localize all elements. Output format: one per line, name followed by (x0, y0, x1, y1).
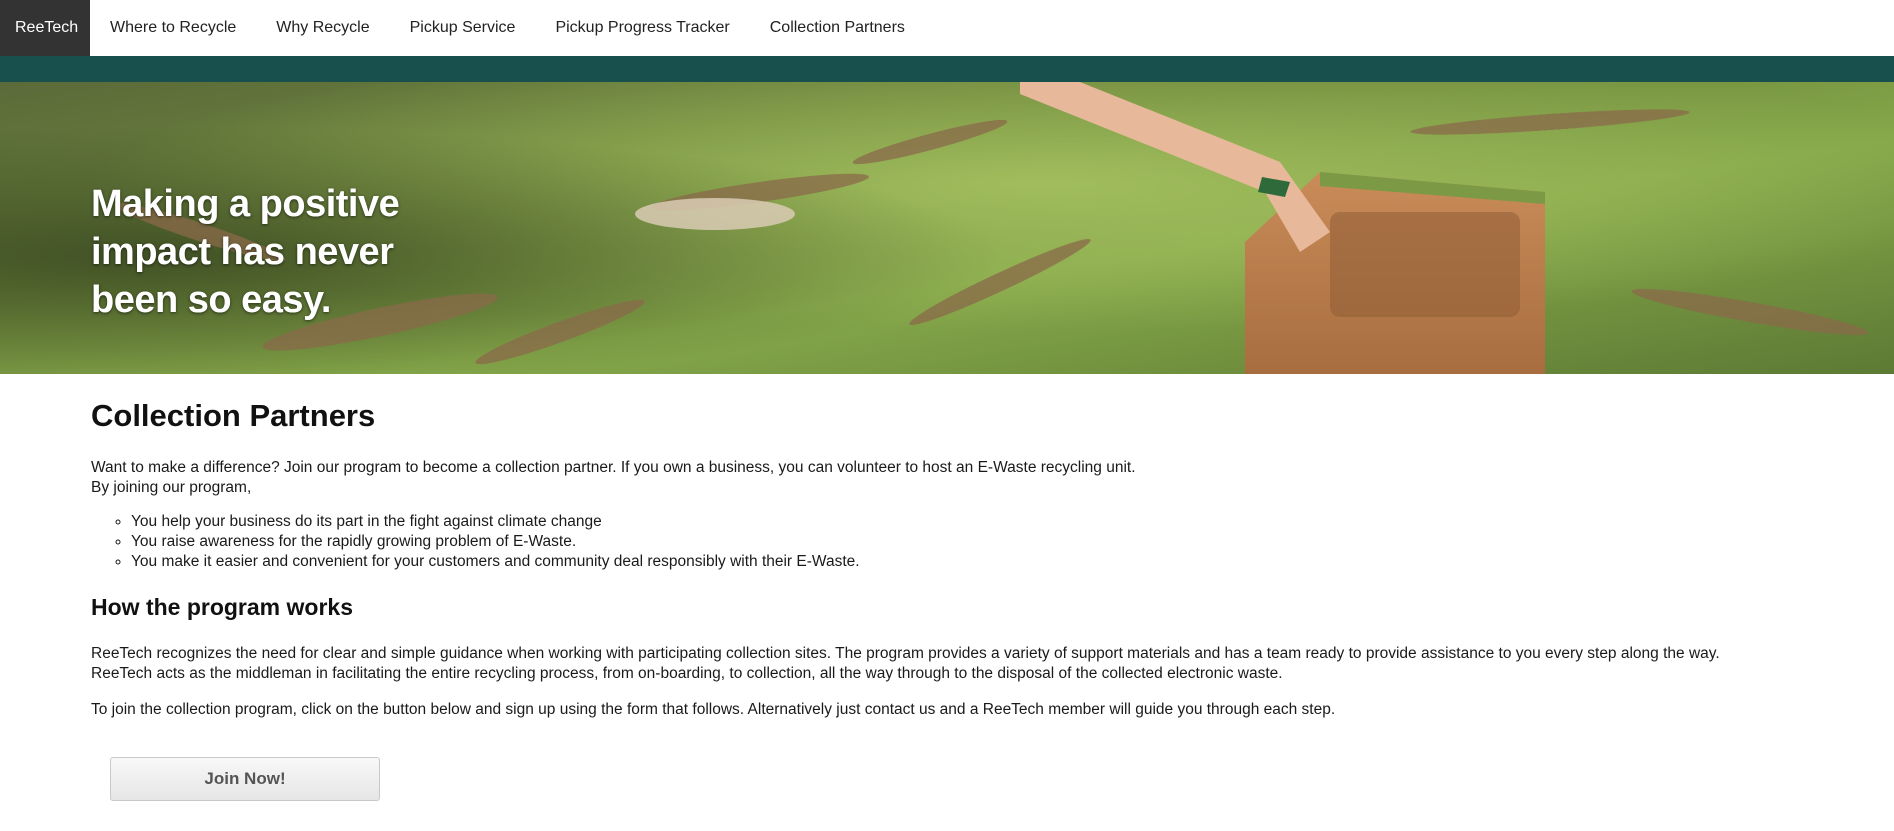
top-navigation: ReeTech Where to Recycle Why Recycle Pic… (0, 0, 1894, 56)
hero-headline: Making a positive impact has never been … (91, 183, 400, 321)
nav-item-pickup-progress-tracker[interactable]: Pickup Progress Tracker (535, 0, 749, 56)
nav-item-collection-partners[interactable]: Collection Partners (750, 0, 925, 56)
list-item: You raise awareness for the rapidly grow… (131, 532, 1831, 552)
intro-text: Want to make a difference? Join our prog… (91, 459, 1136, 476)
list-item: You make it easier and convenient for yo… (131, 552, 1831, 572)
nav-brand-reetech[interactable]: ReeTech (0, 0, 90, 56)
join-instructions: To join the collection program, click on… (91, 701, 1336, 718)
section-subtitle-how-it-works: How the program works (91, 594, 353, 620)
main-content: Collection Partners Want to make a diffe… (91, 374, 1831, 801)
intro-text-continued: By joining our program, (91, 479, 252, 496)
program-description-continued: ReeTech acts as the middleman in facilit… (91, 665, 1283, 682)
accent-bar (0, 56, 1894, 82)
page-title: Collection Partners (91, 398, 376, 433)
nav-item-where-to-recycle[interactable]: Where to Recycle (90, 0, 256, 56)
hero-banner: Making a positive impact has never been … (0, 82, 1894, 374)
nav-item-pickup-service[interactable]: Pickup Service (390, 0, 536, 56)
benefits-list: You help your business do its part in th… (91, 512, 1831, 572)
join-now-button[interactable]: Join Now! (110, 757, 380, 801)
nav-item-why-recycle[interactable]: Why Recycle (256, 0, 389, 56)
program-description: ReeTech recognizes the need for clear an… (91, 645, 1720, 662)
list-item: You help your business do its part in th… (131, 512, 1831, 532)
